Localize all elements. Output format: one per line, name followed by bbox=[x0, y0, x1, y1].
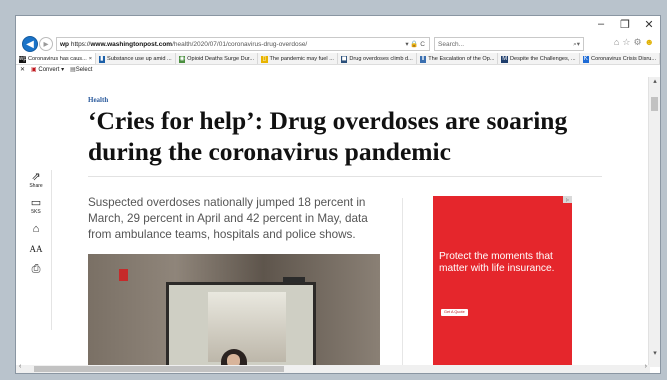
comments-button[interactable]: ▭ 5KS bbox=[22, 197, 50, 215]
back-button[interactable]: ◀ bbox=[22, 36, 38, 52]
tab-5[interactable]: Ⅱ The Escalation of the Op... bbox=[417, 53, 499, 64]
url-path: /health/2020/07/01/coronavirus-drug-over… bbox=[172, 41, 308, 48]
convert-label: Convert bbox=[38, 67, 60, 73]
section-label[interactable]: Health bbox=[88, 96, 108, 104]
tab-label: The pandemic may fuel ... bbox=[269, 56, 334, 62]
tab-close-icon[interactable]: × bbox=[89, 53, 92, 64]
scroll-down-icon[interactable]: ▾ bbox=[649, 349, 660, 357]
adchoices-icon[interactable]: ▷ bbox=[563, 196, 572, 203]
article-toolbar: ⇗ Share ▭ 5KS ⌂ AA ⎙ bbox=[22, 171, 50, 283]
comments-count: 5KS bbox=[31, 209, 41, 215]
headline-line-2: during the coronavirus pandemic bbox=[88, 137, 451, 166]
maximize-button[interactable]: ❐ bbox=[618, 18, 632, 31]
scroll-left-icon[interactable]: ‹ bbox=[19, 363, 21, 370]
tab-label: Drug overdoses climb d... bbox=[349, 56, 413, 62]
search-box[interactable]: Search... ⌕▾ bbox=[434, 37, 584, 51]
address-bar[interactable]: wp https://www.washingtonpost.com/health… bbox=[56, 37, 430, 51]
favorites-star-icon[interactable]: ☆ bbox=[622, 37, 630, 48]
back-arrow-icon: ◀ bbox=[26, 38, 34, 50]
tab-favicon-icon: K bbox=[582, 55, 590, 63]
horizontal-scrollbar[interactable]: ‹ › bbox=[16, 363, 650, 373]
chevron-down-icon: ▾ bbox=[61, 67, 65, 73]
comment-icon: ▭ bbox=[30, 197, 42, 209]
pdf-icon: ▣ bbox=[31, 67, 37, 73]
tab-label: The Escalation of the Op... bbox=[428, 56, 495, 62]
column-divider bbox=[402, 198, 403, 367]
tab-label: Coronavirus Crisis Disru... bbox=[591, 56, 657, 62]
command-bar: ✕ ▣ Convert ▾ ▤Select bbox=[16, 65, 660, 76]
vertical-scrollbar[interactable]: ▴ ▾ bbox=[648, 77, 660, 367]
text-size-icon: AA bbox=[29, 244, 43, 254]
tab-favicon-icon: ◼ bbox=[340, 55, 348, 63]
forward-button[interactable]: ▸ bbox=[39, 37, 53, 51]
home-icon: ⌂ bbox=[32, 223, 40, 235]
url-protocol: https:// bbox=[70, 41, 91, 48]
tab-label: Coronavirus has caus... bbox=[28, 56, 87, 62]
search-icon[interactable]: ⌕▾ bbox=[573, 38, 580, 51]
share-button[interactable]: ⇗ Share bbox=[22, 171, 50, 189]
fire-alarm bbox=[119, 269, 128, 281]
settings-gear-icon[interactable]: ⚙ bbox=[633, 37, 641, 48]
tab-favicon-icon: ◉ bbox=[178, 55, 186, 63]
tab-2[interactable]: ◉ Opioid Deaths Surge Dur... bbox=[176, 53, 259, 64]
scroll-up-icon[interactable]: ▴ bbox=[649, 77, 660, 85]
divider bbox=[88, 176, 602, 177]
home-icon[interactable]: ⌂ bbox=[614, 37, 619, 48]
browser-tool-icons: ⌂ ☆ ⚙ ☻ bbox=[614, 37, 654, 48]
ad-text: Protect the moments that matter with lif… bbox=[439, 251, 555, 274]
advertisement[interactable]: ▷ Protect the moments that matter with l… bbox=[433, 196, 572, 367]
tab-favicon-icon: ▯ bbox=[261, 55, 268, 63]
headline-line-1: ‘Cries for help’: Drug overdoses are soa… bbox=[88, 106, 568, 135]
select-button[interactable]: ▤Select bbox=[70, 65, 92, 76]
scroll-right-icon[interactable]: › bbox=[645, 363, 647, 370]
feedback-smiley-icon[interactable]: ☻ bbox=[645, 37, 654, 48]
page-title: ‘Cries for help’: Drug overdoses are soa… bbox=[88, 105, 598, 167]
screen: – ❐ ✕ ◀ ▸ wp https://www.washingtonpost.… bbox=[0, 0, 667, 380]
address-icons[interactable]: ▾ 🔒 C bbox=[405, 38, 425, 50]
sidebar-divider bbox=[51, 170, 52, 330]
tab-0[interactable]: wp Coronavirus has caus... × bbox=[16, 53, 96, 64]
url-site: www.washingtonpost.com bbox=[90, 41, 173, 48]
tab-favicon-icon: Ⅱ bbox=[419, 55, 427, 63]
tab-favicon-icon: ▮ bbox=[98, 55, 106, 63]
search-input[interactable]: Search... bbox=[438, 41, 464, 48]
close-bar-icon[interactable]: ✕ bbox=[20, 65, 25, 76]
tab-4[interactable]: ◼ Drug overdoses climb d... bbox=[338, 53, 417, 64]
minimize-button[interactable]: – bbox=[594, 18, 608, 31]
window-controls: – ❐ ✕ bbox=[594, 18, 656, 31]
share-icon: ⇗ bbox=[31, 171, 41, 183]
text-size-button[interactable]: AA bbox=[22, 243, 50, 255]
photo-door-window bbox=[208, 292, 286, 362]
article-dek: Suspected overdoses nationally jumped 18… bbox=[88, 196, 368, 241]
tab-label: Substance use up amid ... bbox=[107, 56, 172, 62]
close-button[interactable]: ✕ bbox=[642, 18, 656, 31]
browser-window: – ❐ ✕ ◀ ▸ wp https://www.washingtonpost.… bbox=[15, 15, 661, 374]
hscroll-thumb[interactable] bbox=[34, 366, 284, 372]
tab-strip: wp Coronavirus has caus... × ▮ Substance use… bbox=[16, 53, 660, 65]
forward-arrow-icon: ▸ bbox=[43, 38, 49, 50]
home-button[interactable]: ⌂ bbox=[22, 223, 50, 235]
site-favicon: wp bbox=[60, 41, 71, 48]
get-quote-button[interactable]: Get A Quote bbox=[441, 309, 468, 316]
page-content: Health ‘Cries for help’: Drug overdoses … bbox=[16, 77, 650, 367]
tab-favicon-icon: M bbox=[501, 55, 508, 63]
tab-3[interactable]: ▯ The pandemic may fuel ... bbox=[258, 53, 338, 64]
print-icon: ⎙ bbox=[31, 263, 41, 275]
convert-button[interactable]: ▣ Convert ▾ bbox=[31, 65, 64, 76]
print-button[interactable]: ⎙ bbox=[22, 263, 50, 275]
tab-6[interactable]: M Despite the Challenges, ... bbox=[498, 53, 580, 64]
share-label: Share bbox=[29, 183, 43, 189]
tab-favicon-icon: wp bbox=[19, 55, 27, 63]
select-label: Select bbox=[75, 67, 93, 73]
article-photo[interactable] bbox=[88, 254, 380, 367]
tab-label: Opioid Deaths Surge Dur... bbox=[187, 56, 255, 62]
browser-toolbar: – ❐ ✕ ◀ ▸ wp https://www.washingtonpost.… bbox=[16, 16, 660, 52]
tab-1[interactable]: ▮ Substance use up amid ... bbox=[96, 53, 176, 64]
scroll-thumb[interactable] bbox=[651, 97, 658, 111]
tab-7[interactable]: K Coronavirus Crisis Disru... bbox=[580, 53, 660, 64]
door-closer bbox=[283, 277, 305, 283]
tab-label: Despite the Challenges, ... bbox=[509, 56, 576, 62]
